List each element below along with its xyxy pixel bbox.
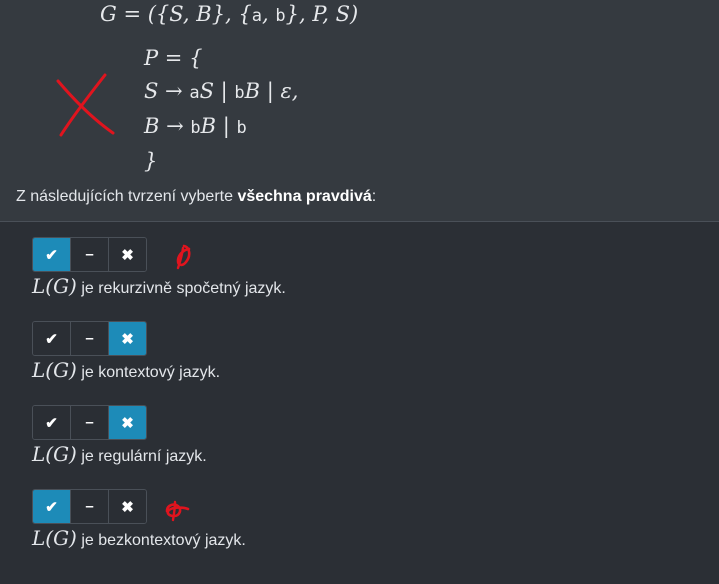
statement-item-3: ✔ – ✖ L(G) je regulární jazyk. <box>32 405 207 466</box>
statement-item-4: ✔ – ✖ L(G) je bezkontextový jazyk. <box>32 489 246 550</box>
answer-no-button[interactable]: ✖ <box>109 322 146 355</box>
statement-text: L(G) je bezkontextový jazyk. <box>32 526 246 550</box>
answer-yes-button[interactable]: ✔ <box>33 406 71 439</box>
production-rules: P = { S → aS | bB | ε, B → bB | b } <box>144 42 298 178</box>
statement-body: je kontextový jazyk. <box>76 364 221 381</box>
question-text: Z následujících tvrzení vyberte všechna … <box>16 188 376 206</box>
statement-lhs: L(G) <box>32 274 77 298</box>
answer-no-button[interactable]: ✖ <box>109 490 146 523</box>
answer-toggle: ✔ – ✖ <box>32 405 147 440</box>
handwritten-mark-1 <box>176 244 191 270</box>
answer-toggle: ✔ – ✖ <box>32 321 147 356</box>
statement-body: je rekurzivně spočetný jazyk. <box>76 280 286 297</box>
answer-neutral-button[interactable]: – <box>71 238 109 271</box>
statement-text: L(G) je kontextový jazyk. <box>32 358 220 382</box>
question-prefix: Z následujících tvrzení vyberte <box>16 188 238 205</box>
answer-neutral-button[interactable]: – <box>71 322 109 355</box>
rule-line-s: S → aS | bB | ε, <box>144 79 299 103</box>
answer-no-button[interactable]: ✖ <box>109 238 146 271</box>
handwritten-mark-2 <box>165 500 190 522</box>
answer-no-button[interactable]: ✖ <box>109 406 146 439</box>
statement-text: L(G) je rekurzivně spočetný jazyk. <box>32 274 286 298</box>
question-emphasis: všechna pravdivá <box>237 188 372 205</box>
question-suffix: : <box>371 188 377 205</box>
answer-toggle: ✔ – ✖ <box>32 237 147 272</box>
answer-yes-button[interactable]: ✔ <box>33 322 71 355</box>
answer-yes-button[interactable]: ✔ <box>33 490 71 523</box>
statement-lhs: L(G) <box>32 442 77 466</box>
task-panel: G = ({S, B}, {a, b}, P, S) P = { S → aS … <box>0 0 719 222</box>
answer-neutral-button[interactable]: – <box>71 406 109 439</box>
answer-neutral-button[interactable]: – <box>71 490 109 523</box>
statement-body: je bezkontextový jazyk. <box>76 532 246 549</box>
statement-text: L(G) je regulární jazyk. <box>32 442 207 466</box>
statement-lhs: L(G) <box>32 358 77 382</box>
grammar-definition: G = ({S, B}, {a, b}, P, S) <box>100 2 359 26</box>
rule-line-b: B → bB | b <box>144 114 247 138</box>
rule-line-open: P = { <box>144 46 203 70</box>
answer-toggle: ✔ – ✖ <box>32 489 147 524</box>
statement-lhs: L(G) <box>32 526 77 550</box>
answer-yes-button[interactable]: ✔ <box>33 238 71 271</box>
statement-item-1: ✔ – ✖ L(G) je rekurzivně spočetný jazyk. <box>32 237 286 298</box>
red-cross-annotation <box>56 73 115 137</box>
statement-item-2: ✔ – ✖ L(G) je kontextový jazyk. <box>32 321 220 382</box>
rule-line-close: } <box>144 149 158 173</box>
statement-body: je regulární jazyk. <box>76 448 207 465</box>
